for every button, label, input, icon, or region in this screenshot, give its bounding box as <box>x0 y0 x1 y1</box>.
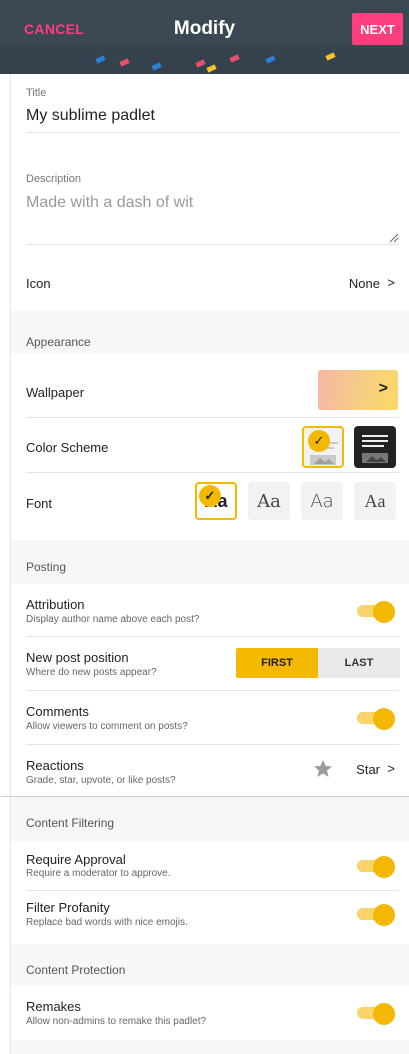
confetti-decoration <box>325 52 336 61</box>
settings-panel: Title My sublime padlet Description Made… <box>1 74 409 1054</box>
font-sample: Aa <box>364 490 386 511</box>
new-post-position-description: Where do new posts appear? <box>26 667 157 678</box>
confetti-decoration <box>151 62 162 71</box>
font-label: Font <box>26 496 53 511</box>
reactions-value: Star <box>356 762 380 777</box>
star-icon <box>314 760 332 777</box>
wallpaper-label: Wallpaper <box>26 385 85 400</box>
color-scheme-label: Color Scheme <box>26 440 109 455</box>
section-title: Content Protection <box>26 963 126 977</box>
font-option-classic[interactable]: Aa <box>354 482 396 520</box>
confetti-decoration <box>229 54 240 63</box>
attribution-label: Attribution <box>26 597 85 612</box>
attribution-description: Display author name above each post? <box>26 614 200 625</box>
bottom-spacer <box>11 1040 409 1054</box>
reactions-label: Reactions <box>26 758 84 773</box>
chevron-right-icon: > <box>387 275 395 290</box>
require-approval-label: Require Approval <box>26 852 126 867</box>
color-scheme-dark[interactable] <box>354 426 396 468</box>
filter-profanity-description: Replace bad words with nice emojis. <box>26 917 188 928</box>
wallpaper-preview[interactable]: > <box>318 370 398 410</box>
attribution-toggle[interactable] <box>357 601 395 623</box>
section-title: Appearance <box>26 335 91 349</box>
position-segmented-control: FIRST LAST <box>236 648 400 678</box>
title-label: Title <box>26 87 47 99</box>
section-title: Content Filtering <box>26 816 115 830</box>
font-row: Font Aa ✓ Aa Aa Aa <box>11 474 409 526</box>
font-sample: Aa <box>257 490 281 512</box>
confetti-decoration <box>95 55 106 64</box>
content-filtering-section-header: Content Filtering <box>11 796 409 842</box>
divider <box>26 472 399 473</box>
comments-label: Comments <box>26 704 89 719</box>
wallpaper-row[interactable]: Wallpaper > <box>11 364 409 416</box>
font-option-rounded[interactable]: Aa <box>301 482 343 520</box>
description-label: Description <box>26 173 82 185</box>
attribution-row: Attribution Display author name above ea… <box>11 586 409 636</box>
remakes-description: Allow non-admins to remake this padlet? <box>26 1016 207 1027</box>
reactions-row[interactable]: Reactions Grade, star, upvote, or like p… <box>11 746 409 796</box>
new-post-position-row: New post position Where do new posts app… <box>11 638 409 690</box>
filter-profanity-label: Filter Profanity <box>26 900 110 915</box>
toggle-knob <box>373 601 395 623</box>
toggle-knob <box>373 856 395 878</box>
require-approval-toggle[interactable] <box>357 856 395 878</box>
position-last-button[interactable]: LAST <box>318 648 400 678</box>
icon-value: None <box>348 276 380 291</box>
confetti-decoration <box>119 58 130 67</box>
remakes-toggle[interactable] <box>357 1003 395 1025</box>
filter-profanity-toggle[interactable] <box>357 904 395 926</box>
filter-profanity-row: Filter Profanity Replace bad words with … <box>11 892 409 940</box>
toggle-knob <box>373 904 395 926</box>
icon-row[interactable]: Icon None > <box>11 258 409 306</box>
position-first-button[interactable]: FIRST <box>236 648 318 678</box>
next-button[interactable]: NEXT <box>352 13 403 45</box>
divider <box>26 690 399 691</box>
divider <box>1 796 11 797</box>
font-option-sans[interactable]: Aa ✓ <box>195 482 237 520</box>
divider <box>26 244 399 245</box>
description-input[interactable]: Made with a dash of wit <box>26 194 193 212</box>
content-protection-section-header: Content Protection <box>11 944 409 986</box>
chevron-right-icon: > <box>378 380 388 397</box>
icon-label: Icon <box>26 276 51 291</box>
color-scheme-row: Color Scheme ✓ <box>11 418 409 472</box>
title-input[interactable]: My sublime padlet <box>26 107 155 125</box>
resize-handle-icon[interactable] <box>389 233 399 243</box>
header-bar: CANCEL Modify NEXT <box>0 0 409 74</box>
toggle-knob <box>373 708 395 730</box>
confetti-decoration <box>265 55 276 64</box>
color-scheme-light[interactable]: ✓ <box>302 426 344 468</box>
appearance-section-header: Appearance <box>11 310 409 354</box>
chevron-right-icon: > <box>387 761 395 776</box>
require-approval-description: Require a moderator to approve. <box>26 868 171 879</box>
section-title: Posting <box>26 560 67 574</box>
divider <box>26 132 399 133</box>
comments-toggle[interactable] <box>357 708 395 730</box>
comments-description: Allow viewers to comment on posts? <box>26 721 188 732</box>
confetti-decoration <box>206 64 217 73</box>
divider <box>26 744 399 745</box>
divider <box>26 636 399 637</box>
remakes-row: Remakes Allow non-admins to remake this … <box>11 988 409 1038</box>
dark-scheme-icon <box>362 435 388 463</box>
page-title: Modify <box>173 18 236 39</box>
toggle-knob <box>373 1003 395 1025</box>
check-icon: ✓ <box>199 485 221 507</box>
comments-row: Comments Allow viewers to comment on pos… <box>11 692 409 744</box>
new-post-position-label: New post position <box>26 650 129 665</box>
confetti-decoration <box>195 59 206 68</box>
posting-section-header: Posting <box>11 540 409 584</box>
font-sample: Aa <box>310 490 334 512</box>
require-approval-row: Require Approval Require a moderator to … <box>11 844 409 890</box>
divider <box>26 890 399 891</box>
reactions-description: Grade, star, upvote, or like posts? <box>26 775 176 786</box>
font-option-serif[interactable]: Aa <box>248 482 290 520</box>
remakes-label: Remakes <box>26 999 81 1014</box>
check-icon: ✓ <box>308 430 330 452</box>
